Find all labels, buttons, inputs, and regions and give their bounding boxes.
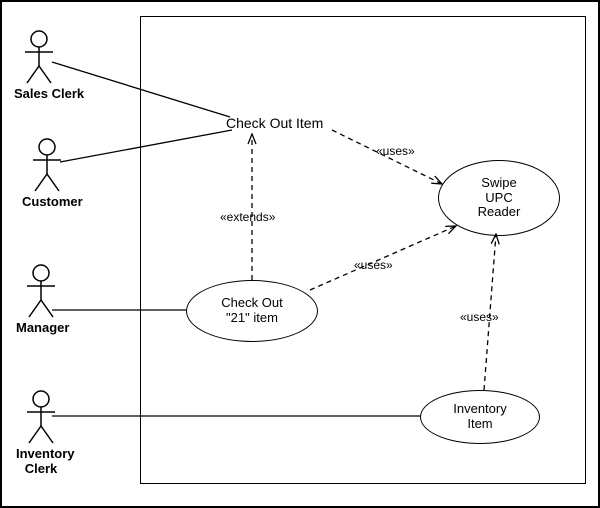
usecase-inventory-item: Inventory Item [420,390,540,444]
stereotype-uses-2: «uses» [354,258,393,272]
actor-label: Customer [22,194,72,209]
stereotype-uses-3: «uses» [460,310,499,324]
stick-figure-icon [29,138,65,192]
usecase-swipe-upc-reader: Swipe UPC Reader [438,160,560,236]
diagram-canvas: Sales Clerk Customer Manager Inv [0,0,600,508]
stereotype-extends: «extends» [220,210,275,224]
usecase-check-out-item: Check Out Item [226,115,323,131]
stick-figure-icon [21,30,57,84]
stereotype-uses-1: «uses» [376,144,415,158]
actor-label: Manager [16,320,66,335]
usecase-check-out-21: Check Out "21" item [186,280,318,342]
actor-manager: Manager [16,264,66,335]
actor-customer: Customer [22,138,72,209]
stick-figure-icon [23,390,59,444]
stick-figure-icon [23,264,59,318]
actor-inventory-clerk: Inventory Clerk [16,390,66,476]
actor-label: Inventory Clerk [16,446,66,476]
actor-sales-clerk: Sales Clerk [14,30,64,101]
actor-label: Sales Clerk [14,86,64,101]
